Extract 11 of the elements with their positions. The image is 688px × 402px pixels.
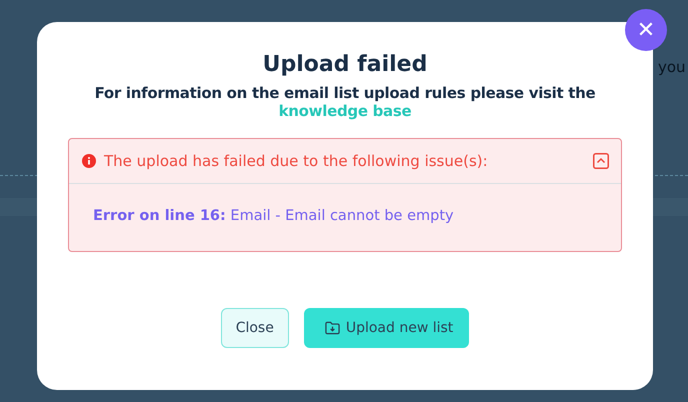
- dialog-title: Upload failed: [262, 51, 428, 79]
- dialog-subtitle: For information on the email list upload rules please visit the knowledge base: [94, 84, 596, 120]
- error-detail: Error on line 16: Email - Email cannot be empty: [93, 208, 455, 224]
- folder-download-icon: [324, 321, 340, 335]
- upload-button[interactable]: Upload new list: [304, 308, 470, 348]
- close-button[interactable]: Close: [220, 308, 289, 348]
- close-icon[interactable]: ✕: [625, 9, 667, 51]
- error-message: The upload has failed due to the following issue(s):: [104, 152, 489, 170]
- collapse-icon[interactable]: [593, 153, 609, 169]
- info-icon: [82, 154, 96, 168]
- background-text: you: [658, 58, 686, 76]
